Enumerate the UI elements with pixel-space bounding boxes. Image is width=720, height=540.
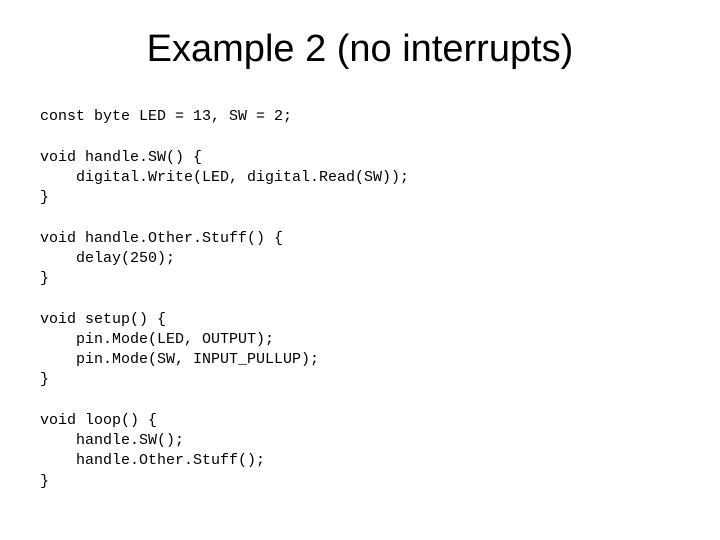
code-line: const byte LED = 13, SW = 2; bbox=[40, 108, 292, 125]
code-line: handle.Other.Stuff(); bbox=[40, 452, 265, 469]
code-line: } bbox=[40, 189, 49, 206]
code-line: } bbox=[40, 270, 49, 287]
code-line: handle.SW(); bbox=[40, 432, 184, 449]
code-line: void loop() { bbox=[40, 412, 157, 429]
code-line: digital.Write(LED, digital.Read(SW)); bbox=[40, 169, 409, 186]
code-line: } bbox=[40, 473, 49, 490]
slide-container: Example 2 (no interrupts) const byte LED… bbox=[0, 0, 720, 540]
code-line: void handle.SW() { bbox=[40, 149, 202, 166]
slide-title: Example 2 (no interrupts) bbox=[40, 28, 680, 71]
code-line: pin.Mode(LED, OUTPUT); bbox=[40, 331, 274, 348]
code-line: void setup() { bbox=[40, 311, 166, 328]
code-line: void handle.Other.Stuff() { bbox=[40, 230, 283, 247]
code-line: } bbox=[40, 371, 49, 388]
code-block: const byte LED = 13, SW = 2; void handle… bbox=[40, 107, 680, 492]
code-line: delay(250); bbox=[40, 250, 175, 267]
code-line: pin.Mode(SW, INPUT_PULLUP); bbox=[40, 351, 319, 368]
